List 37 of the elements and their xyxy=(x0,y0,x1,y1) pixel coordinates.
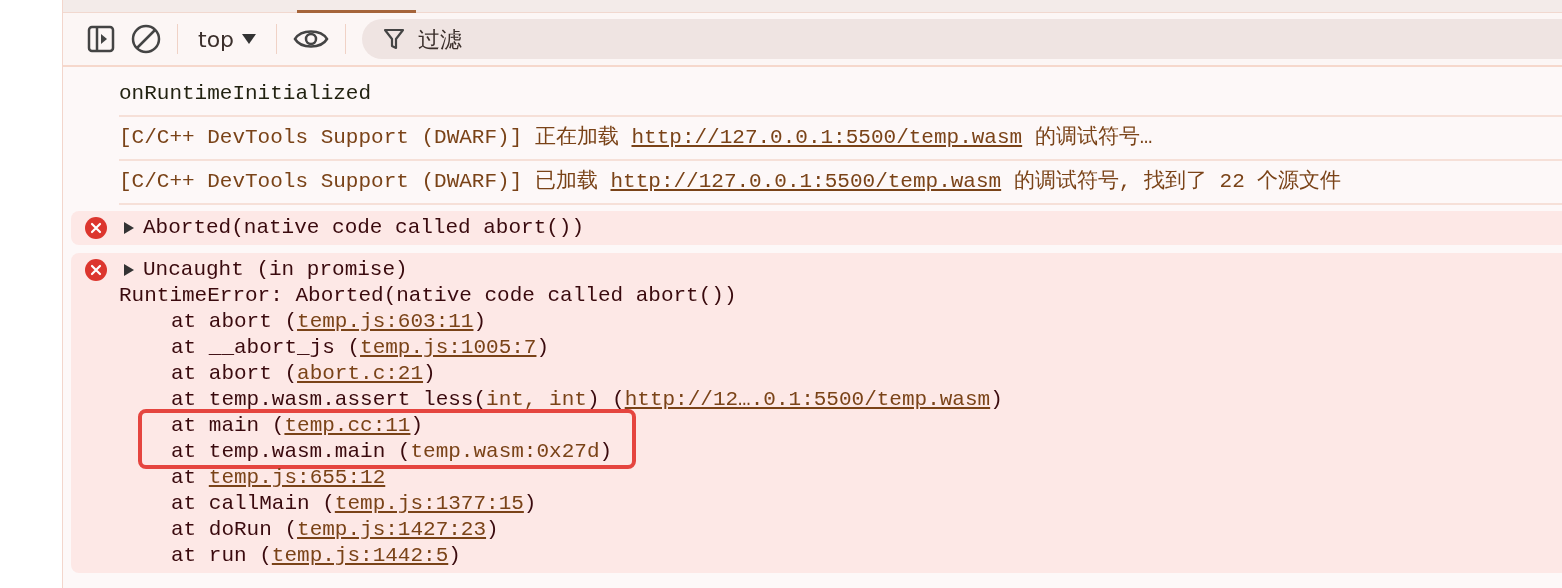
source-link[interactable]: temp.js:1442:5 xyxy=(271,544,449,567)
stack-frame: at abort (temp.js:603:11) xyxy=(171,309,1562,335)
source-link[interactable]: http://12….0.1:5500/temp.wasm xyxy=(624,388,991,411)
source-link[interactable]: temp.cc:11 xyxy=(284,414,411,437)
error-message: Aborted(native code called abort()) xyxy=(143,215,585,241)
clear-console-icon[interactable] xyxy=(131,24,161,54)
expand-toggle[interactable] xyxy=(123,221,135,235)
sidebar-toggle-icon[interactable] xyxy=(87,25,115,53)
stack-frame: at doRun (temp.js:1427:23) xyxy=(171,517,1562,543)
stack-frame: at temp.js:655:12 xyxy=(171,465,1562,491)
expand-toggle[interactable] xyxy=(123,263,135,277)
error-icon xyxy=(85,217,107,239)
error-message: RuntimeError: Aborted(native code called abort()) xyxy=(119,284,737,307)
source-link[interactable]: abort.c:21 xyxy=(297,362,424,385)
source-link[interactable]: temp.js:655:12 xyxy=(208,466,386,489)
stack-frame: at temp.wasm.assert less(int, int) (http://12….0.1:5500/temp.wasm) xyxy=(171,387,1562,413)
stack-frame: at run (temp.js:1442:5) xyxy=(171,543,1562,569)
stack-frame: at temp.wasm.main (temp.wasm:0x27d) xyxy=(171,439,613,465)
eye-icon[interactable] xyxy=(293,28,330,50)
source-link[interactable]: temp.js:603:11 xyxy=(297,310,474,333)
caret-icon xyxy=(242,34,257,44)
source-link[interactable]: temp.js:1427:23 xyxy=(297,518,487,541)
stack-frame: at callMain (temp.js:1377:15) xyxy=(171,491,1562,517)
stack-frame: at abort (abort.c:21) xyxy=(171,361,1562,387)
source-link[interactable]: http://127.0.0.1:5500/temp.wasm xyxy=(610,170,1002,193)
context-dropdown[interactable]: top xyxy=(194,26,261,52)
source-link[interactable]: temp.js:1377:15 xyxy=(334,492,524,515)
console-message: [C/C++ DevTools Support (DWARF)] 正在加载 http://127.0.0.1:5500/temp.wasm 的调试符号… xyxy=(119,126,1153,149)
error-icon xyxy=(85,259,107,281)
stack-frame: at __abort_js (temp.js:1005:7) xyxy=(171,335,1562,361)
error-message: Uncaught (in promise) xyxy=(143,257,408,283)
console-message: [C/C++ DevTools Support (DWARF)] 已加载 http://127.0.0.1:5500/temp.wasm 的调试符号, 找到了 22 个源文件 xyxy=(119,170,1342,193)
stack-frame: at main (temp.cc:11) xyxy=(171,413,613,439)
filter-field[interactable]: 过滤 xyxy=(362,19,1562,59)
source-link[interactable]: temp.js:1005:7 xyxy=(360,336,537,359)
source-link[interactable]: http://127.0.0.1:5500/temp.wasm xyxy=(631,126,1023,149)
console-message: onRuntimeInitialized xyxy=(119,82,372,105)
